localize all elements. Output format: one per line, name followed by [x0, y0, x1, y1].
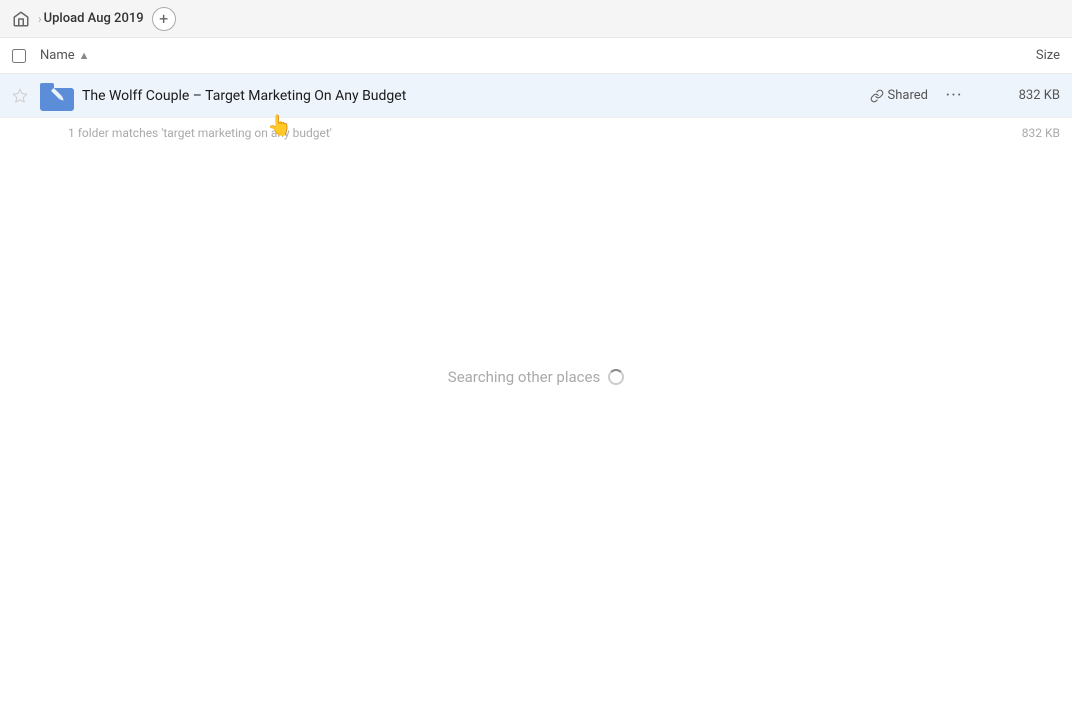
- size-column-header[interactable]: Size: [980, 48, 1060, 63]
- add-icon: +: [159, 11, 168, 27]
- match-size: 832 KB: [980, 126, 1060, 140]
- shared-label: Shared: [888, 88, 928, 103]
- folder-icon-wrap: [40, 79, 74, 113]
- folder-icon: [40, 81, 74, 111]
- star-col: [12, 88, 36, 104]
- match-text: 1 folder matches 'target marketing on an…: [68, 126, 980, 140]
- searching-area: Searching other places: [0, 368, 1072, 386]
- breadcrumb-separator: ›: [38, 12, 42, 26]
- file-size: 832 KB: [980, 88, 1060, 103]
- link-icon: [870, 89, 884, 103]
- name-column-header[interactable]: Name ▲: [40, 48, 980, 63]
- loading-spinner: [608, 369, 624, 385]
- shared-badge[interactable]: Shared: [870, 88, 928, 103]
- sort-asc-icon: ▲: [79, 49, 90, 62]
- select-all-checkbox-col: [12, 49, 40, 63]
- breadcrumb-bar: › Upload Aug 2019 +: [0, 0, 1072, 38]
- star-icon[interactable]: [12, 88, 28, 104]
- home-button[interactable]: [12, 10, 30, 28]
- searching-status: Searching other places: [448, 368, 624, 386]
- more-icon: ···: [945, 85, 962, 106]
- select-all-checkbox[interactable]: [12, 49, 26, 63]
- file-name[interactable]: The Wolff Couple – Target Marketing On A…: [82, 88, 870, 104]
- breadcrumb-folder-label[interactable]: Upload Aug 2019: [44, 11, 144, 26]
- column-header: Name ▲ Size: [0, 38, 1072, 74]
- more-options-button[interactable]: ···: [940, 82, 968, 110]
- name-column-label: Name: [40, 48, 75, 63]
- add-button[interactable]: +: [152, 7, 176, 31]
- size-column-label: Size: [1036, 48, 1060, 63]
- match-info-row: 1 folder matches 'target marketing on an…: [0, 118, 1072, 148]
- file-row[interactable]: The Wolff Couple – Target Marketing On A…: [0, 74, 1072, 118]
- searching-label: Searching other places: [448, 368, 600, 386]
